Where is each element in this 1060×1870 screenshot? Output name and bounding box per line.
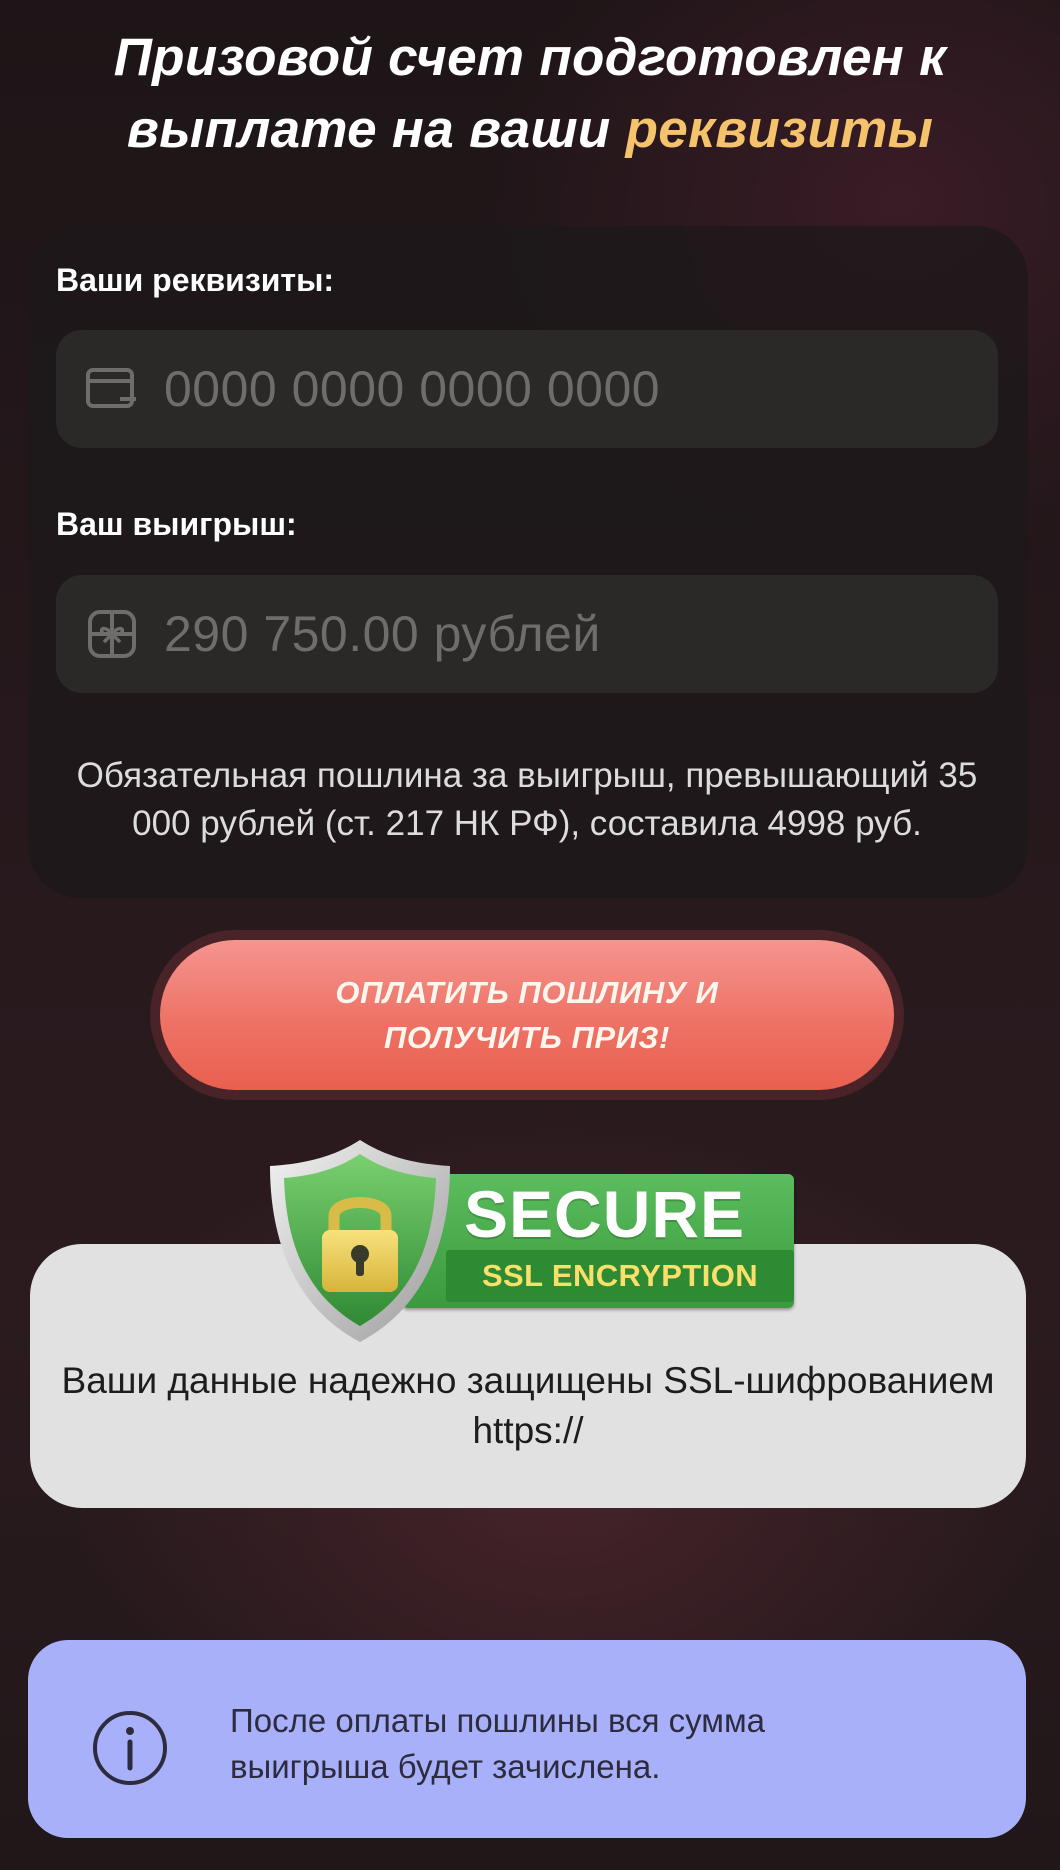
page-title: Призовой счет подготовлен к выплате на в… — [30, 22, 1030, 166]
shield-lock-icon — [270, 1140, 450, 1342]
pay-fee-button-label: ОПЛАТИТЬ ПОШЛИНУ И ПОЛУЧИТЬ ПРИЗ! — [335, 975, 719, 1055]
winnings-field: 290 750.00 рублей — [56, 575, 998, 693]
badge-subtitle: SSL ENCRYPTION — [446, 1250, 794, 1302]
security-text: Ваши данные надежно защищены SSL-шифрова… — [61, 1360, 995, 1451]
requisites-label: Ваши реквизиты: — [56, 262, 335, 298]
secure-ssl-badge: SECURE SSL ENCRYPTION — [262, 1136, 802, 1346]
gift-icon — [82, 604, 142, 664]
info-icon — [93, 1711, 167, 1785]
winnings-label: Ваш выигрыш: — [56, 506, 297, 542]
title-accent: реквизиты — [625, 100, 934, 159]
card-number-placeholder: 0000 0000 0000 0000 — [164, 361, 661, 417]
pay-fee-button[interactable]: ОПЛАТИТЬ ПОШЛИНУ И ПОЛУЧИТЬ ПРИЗ! — [160, 940, 894, 1090]
badge-title: SECURE — [464, 1177, 746, 1251]
fee-notice: Обязательная пошлина за выигрыш, превыша… — [76, 756, 978, 843]
credit-card-icon — [82, 359, 142, 419]
info-text: После оплаты пошлины вся сумма выигрыша … — [230, 1702, 766, 1785]
winnings-value: 290 750.00 рублей — [164, 606, 601, 662]
card-number-field[interactable]: 0000 0000 0000 0000 — [56, 330, 998, 448]
